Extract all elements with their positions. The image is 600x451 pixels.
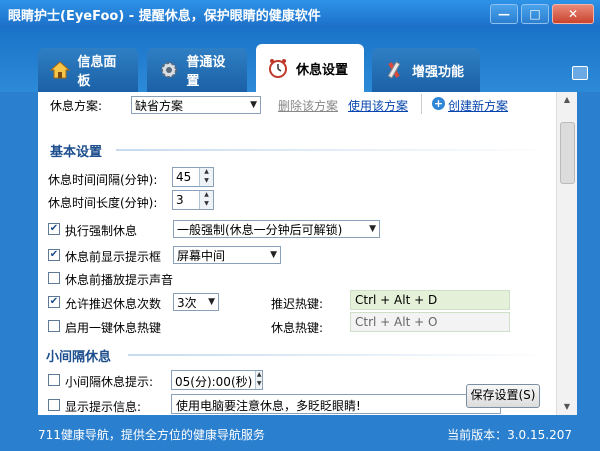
- title-bar: 眼睛护士(EyeFoo) - 提醒休息，保护眼睛的健康软件 — □ ✕: [0, 0, 600, 28]
- prompt-position-select[interactable]: 屏幕中间 ▼: [173, 246, 281, 264]
- interval-value: 45: [176, 170, 192, 184]
- basic-settings-title: 基本设置: [50, 145, 103, 160]
- tab-label: 信息面板: [77, 55, 117, 89]
- rest-hotkey-field[interactable]: Ctrl + Alt + O: [350, 312, 510, 332]
- small-interval-spinner[interactable]: 05(分):00(秒) ▲ ▼: [171, 370, 263, 390]
- onekey-rest-label: 启用一键休息热键: [65, 321, 162, 335]
- chevron-down-icon: ▼: [208, 297, 215, 307]
- create-plan-link[interactable]: 创建新方案: [448, 97, 508, 114]
- tools-icon: [382, 58, 406, 82]
- show-prompt-label: 休息前显示提示框: [65, 250, 162, 264]
- window-title: 眼睛护士(EyeFoo) - 提醒休息，保护眼睛的健康软件: [8, 9, 321, 24]
- status-bar: 711健康导航，提供全方位的健康导航服务 当前版本：3.0.15.207: [0, 415, 600, 451]
- allow-delay-checkbox[interactable]: ✔: [48, 296, 60, 308]
- delay-count-select[interactable]: 3次 ▼: [173, 293, 219, 311]
- small-interval-label: 小间隔休息提示:: [65, 375, 154, 389]
- scroll-down-icon[interactable]: ▼: [557, 399, 577, 415]
- length-value: 3: [176, 193, 184, 207]
- tab-rest-settings[interactable]: 休息设置: [256, 44, 364, 92]
- force-rest-label: 执行强制休息: [65, 224, 138, 238]
- save-settings-button[interactable]: 保存设置(S): [466, 384, 540, 408]
- menu-icon[interactable]: [572, 66, 588, 80]
- plan-select-value: 缺省方案: [135, 98, 184, 113]
- tab-label: 增强功能: [412, 64, 465, 80]
- spin-up-icon[interactable]: ▲: [200, 168, 213, 177]
- separator: [421, 94, 422, 114]
- close-button[interactable]: ✕: [552, 4, 594, 24]
- scroll-up-icon[interactable]: ▲: [557, 92, 577, 108]
- force-mode-value: 一般强制(休息一分钟后可解锁): [177, 222, 343, 237]
- version-label: 当前版本：3.0.15.207: [447, 428, 572, 442]
- house-icon: [48, 58, 71, 82]
- chevron-down-icon: ▼: [369, 224, 376, 234]
- section-divider: [116, 149, 556, 151]
- small-interval-title: 小间隔休息: [46, 350, 112, 365]
- small-interval-checkbox[interactable]: [48, 374, 60, 386]
- plan-label: 休息方案:: [50, 99, 103, 113]
- tab-header: 信息面板 普通设置 休息设置 增强功能: [0, 28, 600, 92]
- section-divider: [128, 354, 556, 356]
- show-message-label: 显示提示信息:: [65, 400, 142, 414]
- delay-hotkey-label: 推迟热键:: [271, 297, 324, 311]
- tab-label: 休息设置: [296, 62, 349, 78]
- scrollbar[interactable]: ▲ ▼: [556, 92, 577, 415]
- tab-enhanced-features[interactable]: 增强功能: [372, 48, 480, 92]
- allow-delay-label: 允许推迟休息次数: [65, 297, 162, 311]
- gear-icon: [157, 58, 180, 82]
- small-interval-value: 05(分):00(秒): [175, 375, 253, 389]
- chevron-down-icon: ▼: [250, 100, 257, 110]
- delay-count-value: 3次: [177, 295, 197, 310]
- chevron-down-icon: ▼: [270, 250, 277, 260]
- length-label: 休息时间长度(分钟):: [48, 196, 158, 210]
- rest-settings-panel: 休息方案: 缺省方案 ▼ 删除该方案 使用该方案 + 创建新方案 基本设置 休息…: [38, 92, 576, 415]
- delete-plan-link[interactable]: 删除该方案: [278, 97, 338, 114]
- clock-icon: [266, 56, 290, 80]
- delay-hotkey-field[interactable]: Ctrl + Alt + D: [350, 290, 510, 310]
- onekey-rest-checkbox[interactable]: [48, 320, 60, 332]
- show-prompt-checkbox[interactable]: ✔: [48, 249, 60, 261]
- status-left-link[interactable]: 711健康导航，提供全方位的健康导航服务: [38, 426, 265, 443]
- tab-general-settings[interactable]: 普通设置: [147, 48, 247, 92]
- spin-down-icon[interactable]: ▼: [200, 200, 213, 209]
- play-sound-checkbox[interactable]: [48, 272, 60, 284]
- force-mode-select[interactable]: 一般强制(休息一分钟后可解锁) ▼: [173, 220, 380, 238]
- use-plan-link[interactable]: 使用该方案: [348, 97, 408, 114]
- maximize-button[interactable]: □: [521, 4, 549, 24]
- plus-icon: +: [432, 97, 445, 110]
- interval-label: 休息时间间隔(分钟):: [48, 173, 158, 187]
- show-message-checkbox[interactable]: [48, 399, 60, 411]
- play-sound-label: 休息前播放提示声音: [65, 273, 174, 287]
- spin-down-icon[interactable]: ▼: [256, 380, 262, 389]
- minimize-button[interactable]: —: [490, 4, 518, 24]
- spin-down-icon[interactable]: ▼: [200, 177, 213, 186]
- app-window: 眼睛护士(EyeFoo) - 提醒休息，保护眼睛的健康软件 — □ ✕ 信息面板…: [0, 0, 600, 451]
- tab-label: 普通设置: [186, 55, 226, 89]
- interval-spinner[interactable]: 45 ▲ ▼: [172, 167, 214, 187]
- spin-up-icon[interactable]: ▲: [256, 371, 262, 380]
- force-rest-checkbox[interactable]: ✔: [48, 223, 60, 235]
- tab-info-panel[interactable]: 信息面板: [38, 48, 138, 92]
- length-spinner[interactable]: 3 ▲ ▼: [172, 190, 214, 210]
- rest-hotkey-label: 休息热键:: [271, 321, 324, 335]
- message-input[interactable]: 使用电脑要注意休息，多眨眨眼睛!: [171, 394, 501, 414]
- plan-select[interactable]: 缺省方案 ▼: [131, 96, 261, 114]
- scroll-thumb[interactable]: [560, 122, 575, 184]
- spin-up-icon[interactable]: ▲: [200, 191, 213, 200]
- prompt-position-value: 屏幕中间: [177, 248, 226, 263]
